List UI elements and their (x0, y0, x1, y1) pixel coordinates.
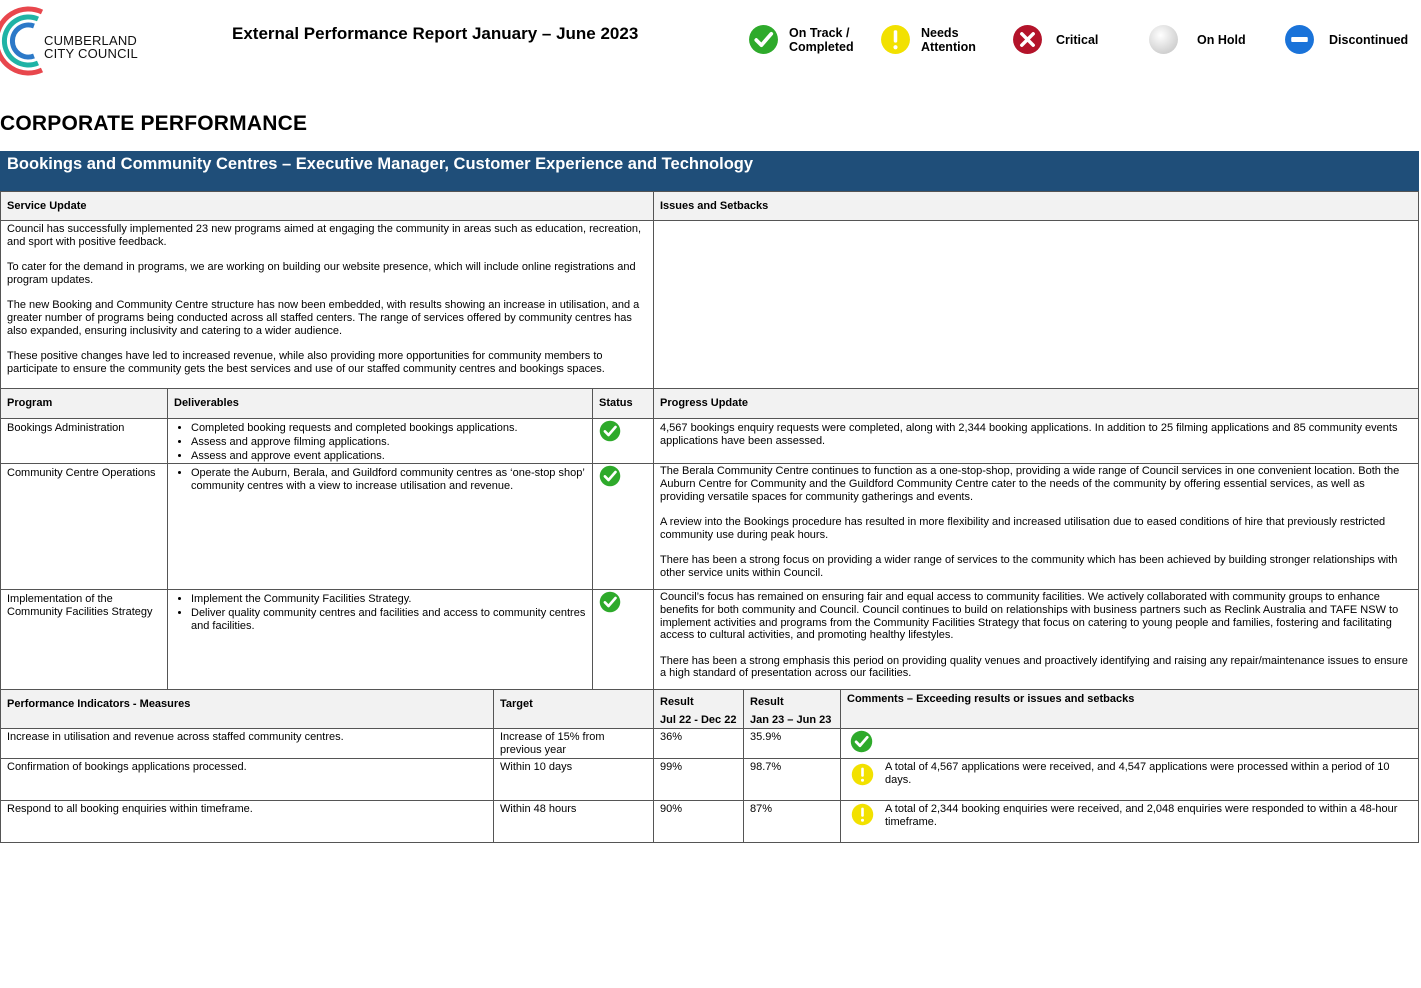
progress-paragraph: 4,567 bookings enquiry requests were com… (660, 422, 1398, 447)
legend-on-track: On Track / Completed (748, 24, 854, 55)
kpi-comment-text: A total of 4,567 applications were recei… (885, 761, 1390, 786)
kpi-result2-cell: 87% (743, 800, 841, 843)
kpi-comment-cell: A total of 2,344 booking enquiries were … (840, 800, 1419, 843)
legend-on-hold: On Hold (1148, 24, 1246, 55)
deliverable-item: Completed booking requests and completed… (191, 422, 586, 435)
section-banner: Bookings and Community Centres – Executi… (0, 151, 1419, 191)
report-header: CUMBERLAND CITY COUNCIL External Perform… (0, 0, 1421, 80)
report-title: External Performance Report January – Ju… (232, 24, 639, 43)
logo-line-2: CITY COUNCIL (44, 46, 138, 61)
kpi-result2-cell: 35.9% (743, 728, 841, 759)
status-cell (592, 463, 654, 590)
status-cell (592, 418, 654, 464)
legend-discontinued: Discontinued (1284, 24, 1408, 55)
kpi-measure-cell: Confirmation of bookings applications pr… (0, 758, 494, 801)
kpi-comment-cell (840, 728, 1419, 759)
service-paragraph: The new Booking and Community Centre str… (7, 299, 640, 337)
kpi-comment-cell: A total of 4,567 applications were recei… (840, 758, 1419, 801)
deliverable-item: Operate the Auburn, Berala, and Guildfor… (191, 467, 586, 493)
hold-icon (1149, 25, 1178, 54)
progress-paragraph: The Berala Community Centre continues to… (660, 465, 1400, 503)
service-paragraph: To cater for the demand in programs, we … (7, 261, 636, 286)
col-status-header: Status (592, 388, 654, 419)
deliverables-cell: Implement the Community Facilities Strat… (167, 589, 593, 690)
check-icon (599, 591, 621, 613)
deliverables-cell: Completed booking requests and completed… (167, 418, 593, 464)
legend-label: Needs (921, 25, 959, 40)
progress-paragraph: A review into the Bookings procedure has… (660, 515, 1386, 541)
section-title: CORPORATE PERFORMANCE (0, 112, 308, 135)
legend-label: On Track / (789, 25, 850, 40)
kpi-target-cell: Within 48 hours (493, 800, 654, 843)
exclamation-icon (851, 803, 874, 826)
service-paragraph: Council has successfully implemented 23 … (7, 223, 642, 248)
kpi-measure-cell: Increase in utilisation and revenue acro… (0, 728, 494, 759)
logo-arcs-icon (0, 6, 44, 76)
program-cell: Implementation of the Community Faciliti… (0, 589, 168, 690)
col-progress-header: Progress Update (653, 388, 1419, 419)
legend-label: Discontinued (1329, 32, 1409, 47)
legend-critical: Critical (1012, 24, 1098, 55)
deliverable-item: Implement the Community Facilities Strat… (191, 593, 586, 606)
kpi-result1-cell: 90% (653, 800, 744, 843)
kpi-result2-header: Result Jan 23 – Jun 23 (743, 689, 841, 729)
kpi-result1-cell: 36% (653, 728, 744, 759)
col-program-header: Program (0, 388, 168, 419)
progress-paragraph: There has been a strong focus on providi… (660, 553, 1398, 579)
kpi-result1-cell: 99% (653, 758, 744, 801)
program-cell: Community Centre Operations (0, 463, 168, 590)
kpi-measure-header: Performance Indicators - Measures (0, 689, 494, 729)
legend-label: On Hold (1197, 32, 1246, 47)
deliverable-item: Deliver quality community centres and fa… (191, 607, 586, 633)
progress-cell: 4,567 bookings enquiry requests were com… (653, 418, 1419, 464)
minus-icon (1285, 25, 1314, 54)
check-icon (599, 420, 621, 442)
service-update-heading: Service Update (0, 191, 654, 221)
result-period: Jul 22 - Dec 22 (660, 714, 737, 726)
kpi-target-cell: Within 10 days (493, 758, 654, 801)
status-cell (592, 589, 654, 690)
deliverable-item: Assess and approve filming applications. (191, 436, 586, 449)
cross-icon (1013, 25, 1042, 54)
service-paragraph: These positive changes have led to incre… (7, 350, 605, 375)
legend-label: Critical (1056, 32, 1099, 47)
cumberland-logo: CUMBERLAND CITY COUNCIL (0, 6, 140, 76)
legend-label: Completed (789, 39, 854, 54)
program-cell: Bookings Administration (0, 418, 168, 464)
progress-cell: The Berala Community Centre continues to… (653, 463, 1419, 590)
progress-paragraph: Council’s focus has remained on ensuring… (660, 591, 1399, 642)
kpi-result2-cell: 98.7% (743, 758, 841, 801)
check-icon (749, 25, 778, 54)
result-label: Result (660, 696, 694, 708)
kpi-result1-header: Result Jul 22 - Dec 22 (653, 689, 744, 729)
progress-cell: Council’s focus has remained on ensuring… (653, 589, 1419, 690)
kpi-comments-header: Comments – Exceeding results or issues a… (840, 689, 1419, 729)
exclamation-icon (881, 25, 910, 54)
legend-needs-attention: Needs Attention (880, 24, 976, 55)
result-period: Jan 23 – Jun 23 (750, 714, 832, 726)
check-icon (599, 465, 621, 487)
kpi-measure-cell: Respond to all booking enquiries within … (0, 800, 494, 843)
service-update-body: Council has successfully implemented 23 … (0, 220, 654, 389)
deliverable-item: Assess and approve event applications. (191, 450, 586, 463)
logo-wordmark: CUMBERLAND CITY COUNCIL (44, 34, 138, 60)
kpi-comment-text: A total of 2,344 booking enquiries were … (885, 803, 1398, 828)
issues-body (653, 220, 1419, 389)
result-label: Result (750, 696, 784, 708)
deliverables-cell: Operate the Auburn, Berala, and Guildfor… (167, 463, 593, 590)
progress-paragraph: There has been a strong emphasis this pe… (660, 654, 1408, 680)
kpi-target-header: Target (493, 689, 654, 729)
legend-label: Attention (921, 39, 976, 54)
check-icon (850, 730, 873, 753)
col-deliverables-header: Deliverables (167, 388, 593, 419)
exclamation-icon (851, 763, 874, 786)
issues-heading: Issues and Setbacks (653, 191, 1419, 221)
kpi-target-cell: Increase of 15% from previous year (493, 728, 654, 759)
